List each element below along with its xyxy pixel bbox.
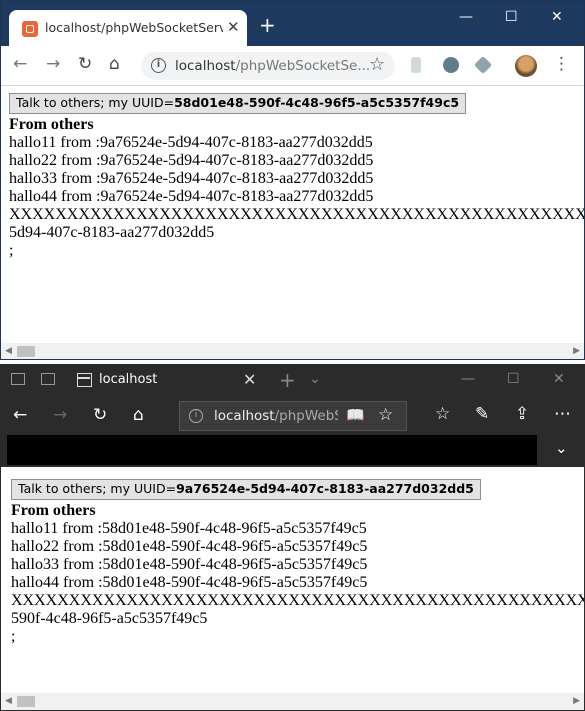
edge-page-content: Talk to others; my UUID=9a76524e-5d94-40…	[1, 475, 584, 693]
edge-tab[interactable]: localhost ✕	[67, 365, 271, 397]
message-line: hallo44 from :58d01e48-590f-4c48-96f5-a5…	[11, 574, 368, 591]
chrome-tab-title: localhost/phpWebSocketServer/\	[45, 20, 223, 35]
home-button[interactable]: ⌂	[133, 405, 144, 425]
chrome-tab[interactable]: localhost/phpWebSocketServer/\ ✕	[9, 10, 247, 46]
message-line: XXXXXXXXXXXXXXXXXXXXXXXXXXXXXXXXXXXXXXXX…	[11, 592, 584, 609]
minimize-button[interactable]: —	[461, 371, 475, 387]
favorites-hub-icon[interactable]: ☆	[435, 404, 450, 424]
more-menu-icon[interactable]: ⋯	[554, 404, 571, 424]
chrome-horizontal-scrollbar[interactable]: ◀ ▶	[1, 343, 584, 359]
tab-preview-icon[interactable]	[11, 373, 25, 385]
chrome-toolbar: ← → ↻ ⌂ i localhost/phpWebSocketSe... ☆ …	[1, 46, 584, 86]
scroll-left-icon[interactable]: ◀	[5, 696, 12, 706]
edge-toolbar: ← → ↻ ⌂ i localhost/phpWebSo 📖 ☆ ☆ ✎ ⇪ ⋯	[1, 397, 584, 435]
reload-button[interactable]: ↻	[78, 54, 92, 74]
close-tab-icon[interactable]: ✕	[243, 370, 256, 389]
scroll-right-icon[interactable]: ▶	[573, 346, 580, 356]
address-bar[interactable]: i localhost/phpWebSocketSe... ☆	[141, 52, 395, 80]
info-icon[interactable]: i	[151, 58, 166, 73]
maximize-button[interactable]: ☐	[505, 9, 518, 25]
message-line: 5d94-407c-8183-aa277d032dd5	[9, 224, 215, 241]
chrome-window: localhost/phpWebSocketServer/\ ✕ + — ☐ ✕…	[0, 0, 585, 360]
edge-window: localhost ✕ + ⌄ — ☐ ✕ ← → ↻ ⌂ i localhos…	[0, 364, 585, 711]
forward-button[interactable]: →	[53, 405, 67, 425]
chrome-page-content: Talk to others; my UUID=58d01e48-590f-4c…	[1, 87, 584, 343]
address-url[interactable]: localhost/phpWebSo	[214, 408, 338, 424]
maximize-button[interactable]: ☐	[507, 371, 520, 387]
message-line: hallo22 from :9a76524e-5d94-407c-8183-aa…	[9, 152, 374, 169]
scroll-left-icon[interactable]: ◀	[5, 346, 12, 356]
extension-icon[interactable]	[411, 57, 421, 73]
favorites-bar: ⌄	[1, 435, 584, 467]
message-line: hallo44 from :9a76524e-5d94-407c-8183-aa…	[9, 188, 374, 205]
back-button[interactable]: ←	[13, 405, 27, 425]
site-favicon-icon	[22, 21, 38, 37]
extension-gear-icon[interactable]	[443, 57, 459, 73]
close-window-button[interactable]: ✕	[551, 9, 563, 25]
forward-button[interactable]: →	[46, 54, 60, 74]
talk-to-others-button[interactable]: Talk to others; my UUID=9a76524e-5d94-40…	[11, 479, 481, 500]
scroll-thumb[interactable]	[17, 696, 35, 707]
page-icon	[77, 373, 92, 387]
message-line: hallo22 from :58d01e48-590f-4c48-96f5-a5…	[11, 538, 368, 555]
message-line: hallo11 from :9a76524e-5d94-407c-8183-aa…	[9, 134, 373, 151]
tab-list-chevron-icon[interactable]: ⌄	[309, 371, 321, 387]
message-line: XXXXXXXXXXXXXXXXXXXXXXXXXXXXXXXXXXXXXXXX…	[9, 206, 584, 223]
talk-to-others-button[interactable]: Talk to others; my UUID=58d01e48-590f-4c…	[9, 93, 467, 114]
info-icon[interactable]: i	[189, 409, 203, 423]
reload-button[interactable]: ↻	[93, 405, 107, 425]
chrome-titlebar: localhost/phpWebSocketServer/\ ✕ + — ☐ ✕	[1, 1, 584, 46]
chrome-menu-button[interactable]: ⋮	[553, 54, 570, 74]
scroll-thumb[interactable]	[17, 346, 35, 357]
close-tab-icon[interactable]: ✕	[227, 18, 240, 36]
favorites-chevron-icon[interactable]: ⌄	[555, 439, 568, 457]
web-notes-icon[interactable]: ✎	[475, 404, 489, 424]
message-line: hallo11 from :58d01e48-590f-4c48-96f5-a5…	[11, 520, 367, 537]
extension-cube-icon[interactable]	[473, 55, 493, 75]
close-window-button[interactable]: ✕	[553, 371, 565, 387]
scroll-right-icon[interactable]: ▶	[573, 696, 580, 706]
share-icon[interactable]: ⇪	[515, 404, 529, 424]
from-others-heading: From others	[11, 502, 96, 519]
edge-tab-title: localhost	[99, 372, 158, 387]
address-bar[interactable]: i localhost/phpWebSo 📖 ☆	[179, 401, 407, 431]
edge-titlebar: localhost ✕ + ⌄ — ☐ ✕	[1, 365, 584, 397]
edge-horizontal-scrollbar[interactable]: ◀ ▶	[1, 693, 584, 710]
set-tabs-aside-icon[interactable]	[41, 373, 55, 385]
add-favorite-star-icon[interactable]: ☆	[378, 405, 393, 425]
message-line: 590f-4c48-96f5-a5c5357f49c5	[11, 610, 208, 627]
new-tab-button[interactable]: +	[279, 368, 296, 392]
reading-view-icon[interactable]: 📖	[346, 406, 365, 424]
profile-avatar[interactable]	[515, 55, 537, 77]
message-line: hallo33 from :9a76524e-5d94-407c-8183-aa…	[9, 170, 374, 187]
minimize-button[interactable]: —	[459, 9, 473, 25]
message-line: ;	[11, 628, 16, 645]
message-line: hallo33 from :58d01e48-590f-4c48-96f5-a5…	[11, 556, 368, 573]
favorites-bar-area[interactable]	[7, 435, 537, 465]
home-button[interactable]: ⌂	[109, 54, 120, 74]
new-tab-button[interactable]: +	[259, 15, 276, 35]
from-others-heading: From others	[9, 116, 94, 133]
message-line: ;	[9, 242, 14, 259]
address-url[interactable]: localhost/phpWebSocketSe...	[175, 58, 370, 74]
back-button[interactable]: ←	[13, 54, 27, 74]
bookmark-star-icon[interactable]: ☆	[369, 54, 385, 75]
